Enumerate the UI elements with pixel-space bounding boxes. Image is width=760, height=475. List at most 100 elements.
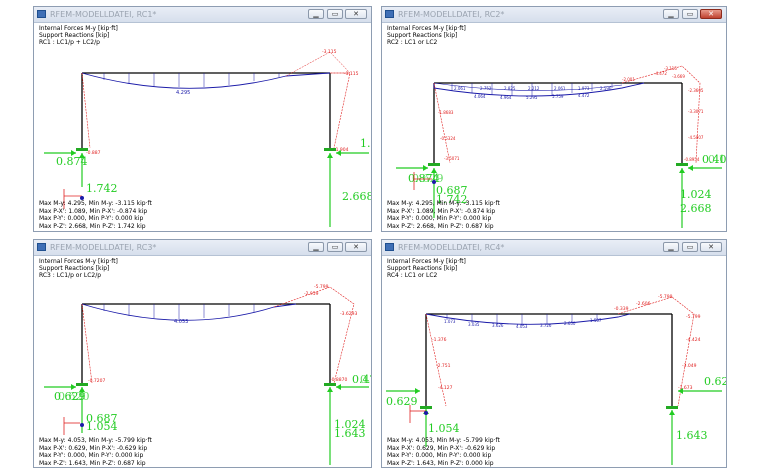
moment-label: -5.799 bbox=[686, 314, 701, 320]
rc3-window[interactable]: RFEM-MODELLDATEI, RC3* ▁ ▭ ✕ Internal Fo… bbox=[33, 239, 372, 468]
reaction-label: 1.054 bbox=[428, 422, 460, 435]
window-title: RFEM-MODELLDATEI, RC3* bbox=[50, 243, 157, 252]
moment-label: -5.799 bbox=[658, 294, 673, 300]
summary-line: Max M-y: 4.053, Min M-y: -5.799 kip·ft bbox=[387, 437, 500, 444]
axis-origin bbox=[80, 423, 84, 427]
moment-label: -4.127 bbox=[438, 385, 453, 391]
summary-line: Max P-Y': 0.000, Min P-Y': 0.000 kip bbox=[387, 452, 492, 459]
right-support bbox=[324, 148, 336, 151]
minimize-button[interactable]: ▁ bbox=[308, 9, 324, 19]
moment-label: -2.751 bbox=[436, 363, 451, 369]
moment-label: 2.825 bbox=[504, 86, 516, 91]
moment-label: 1.507 bbox=[590, 318, 602, 323]
reaction-label: 1.643 bbox=[334, 427, 366, 440]
reaction-label: 2.668 bbox=[680, 202, 712, 215]
maximize-button[interactable]: ▭ bbox=[682, 242, 698, 252]
minimize-button[interactable]: ▁ bbox=[663, 9, 679, 19]
summary-line: Max M-y: 4.295, Min M-y: -3.115 kip·ft bbox=[39, 200, 152, 207]
moment-label: -3.5071 bbox=[444, 156, 460, 161]
close-button[interactable]: ✕ bbox=[345, 9, 367, 19]
moment-label: 2.596 bbox=[600, 86, 612, 91]
app-icon bbox=[37, 10, 46, 18]
moment-label: 4.964 bbox=[500, 95, 512, 100]
window-title: RFEM-MODELLDATEI, RC4* bbox=[398, 243, 505, 252]
close-button[interactable]: ✕ bbox=[700, 242, 722, 252]
summary-line: Max P-Z': 2.668, Min P-Z': 0.687 kip bbox=[387, 222, 494, 230]
window-title: RFEM-MODELLDATEI, RC2* bbox=[398, 10, 505, 19]
moment-label: -0.887 bbox=[86, 150, 101, 156]
reaction-label: 0.629 bbox=[386, 395, 418, 408]
summary-line: Max M-y: 4.295, Min M-y: -3.115 kip·ft bbox=[387, 200, 500, 207]
summary-line: Max P-X': 0.629, Min P-X': -0.629 kip bbox=[39, 444, 148, 452]
rc2-window[interactable]: RFEM-MODELLDATEI, RC2* ▁ ▭ ✕ Internal Fo… bbox=[381, 6, 727, 232]
moment-label: 4.295 bbox=[176, 90, 190, 96]
moment-label: 4.472 bbox=[578, 93, 590, 98]
moment-label: 4.064 bbox=[474, 94, 486, 99]
reaction-arrowhead bbox=[415, 388, 420, 394]
app-icon bbox=[37, 243, 46, 251]
moment-label: -4.424 bbox=[686, 337, 701, 343]
reaction-label: 1.742 bbox=[86, 182, 118, 195]
moment-labels-red: -3.115 -4.472 -3.669 -2.001 -1.8683 -0.5… bbox=[438, 66, 704, 162]
moment-label: -2.001 bbox=[622, 77, 635, 82]
moment-curve bbox=[81, 72, 331, 89]
rc1-window[interactable]: RFEM-MODELLDATEI, RC1* ▁ ▭ ✕ Internal Fo… bbox=[33, 6, 372, 232]
moment-left-col bbox=[433, 82, 451, 164]
moment-label: 3.626 bbox=[492, 323, 504, 328]
reaction-arrowhead bbox=[688, 165, 693, 171]
moment-label: -3.049 bbox=[682, 363, 697, 369]
axis-origin bbox=[424, 411, 428, 415]
reaction-label: 1.643 bbox=[676, 429, 708, 442]
close-button[interactable]: ✕ bbox=[700, 9, 722, 19]
rc3-graphics-canvas[interactable]: 4.053 -5.799 -2.959 -3.6293 -0.7207 -0.8… bbox=[34, 255, 371, 467]
rc1-titlebar[interactable]: RFEM-MODELLDATEI, RC1* ▁ ▭ ✕ bbox=[34, 7, 371, 23]
reaction-arrowhead bbox=[327, 387, 333, 392]
reaction-arrowhead bbox=[679, 168, 685, 173]
right-support bbox=[666, 406, 678, 409]
moment-label: 2.752 bbox=[480, 86, 492, 91]
minimize-button[interactable]: ▁ bbox=[663, 242, 679, 252]
moment-label: -3.115 bbox=[322, 49, 337, 55]
summary-line: Max P-X': 1.089, Min P-X': -0.874 kip bbox=[39, 207, 148, 215]
moment-labels-row1: 2.061 2.752 2.825 2.212 2.061 1.973 2.59… bbox=[454, 86, 612, 91]
moment-label: -1.376 bbox=[432, 337, 447, 343]
moment-labels-red: -5.799 -2.959 -3.6293 -0.7207 -0.8870 bbox=[88, 284, 358, 384]
moment-label: -4.5007 bbox=[688, 135, 704, 140]
rc4-titlebar[interactable]: RFEM-MODELLDATEI, RC4* ▁ ▭ ✕ bbox=[382, 240, 726, 256]
moment-label: -3.115 bbox=[344, 71, 359, 77]
summary-line: Max P-X': 1.089, Min P-X': -0.874 kip bbox=[387, 207, 496, 215]
moment-label: 2.212 bbox=[528, 86, 540, 91]
rc3-titlebar[interactable]: RFEM-MODELLDATEI, RC3* ▁ ▭ ✕ bbox=[34, 240, 371, 256]
result-summary: Max M-y: 4.053, Min M-y: -5.799 kip·ft M… bbox=[39, 437, 152, 467]
reaction-arrowhead bbox=[327, 153, 333, 158]
reaction-label: 0.1 bbox=[708, 153, 726, 166]
moment-right-col bbox=[330, 72, 351, 149]
reaction-arrowhead bbox=[423, 165, 428, 171]
moment-label: 1.073 bbox=[444, 319, 456, 324]
summary-line: Max P-X': 0.629, Min P-X': -0.629 kip bbox=[387, 444, 496, 452]
minimize-button[interactable]: ▁ bbox=[308, 242, 324, 252]
moment-label: 5.759 bbox=[552, 94, 564, 99]
moment-label: -0.7207 bbox=[88, 378, 106, 384]
close-button[interactable]: ✕ bbox=[345, 242, 367, 252]
moment-label: 3.726 bbox=[540, 323, 552, 328]
reaction-arrowhead bbox=[431, 168, 437, 173]
reaction-label: 1.0 bbox=[360, 137, 371, 150]
moment-label: 1.973 bbox=[578, 86, 590, 91]
rc2-titlebar[interactable]: RFEM-MODELLDATEI, RC2* ▁ ▭ ✕ bbox=[382, 7, 726, 23]
result-summary: Max M-y: 4.053, Min M-y: -5.799 kip·ft M… bbox=[387, 437, 500, 467]
rc4-window[interactable]: RFEM-MODELLDATEI, RC4* ▁ ▭ ✕ Internal Fo… bbox=[381, 239, 727, 468]
maximize-button[interactable]: ▭ bbox=[327, 9, 343, 19]
right-support bbox=[676, 163, 688, 166]
moment-curve bbox=[81, 303, 297, 321]
moment-label: -3.669 bbox=[672, 74, 685, 79]
maximize-button[interactable]: ▭ bbox=[327, 242, 343, 252]
moment-labels-row: 1.073 3.035 3.626 4.053 3.726 2.650 1.50… bbox=[444, 318, 602, 329]
left-support bbox=[76, 148, 88, 151]
summary-line: Max P-Y': 0.000, Min P-Y': 0.000 kip bbox=[387, 215, 492, 222]
rc4-graphics-canvas[interactable]: 1.073 3.035 3.626 4.053 3.726 2.650 1.50… bbox=[382, 255, 726, 467]
maximize-button[interactable]: ▭ bbox=[682, 9, 698, 19]
moment-label: -2.959 bbox=[304, 291, 319, 297]
result-summary: Max M-y: 4.295, Min M-y: -3.115 kip·ft M… bbox=[39, 200, 152, 230]
result-summary: Max M-y: 4.295, Min M-y: -3.115 kip·ft M… bbox=[387, 200, 500, 230]
